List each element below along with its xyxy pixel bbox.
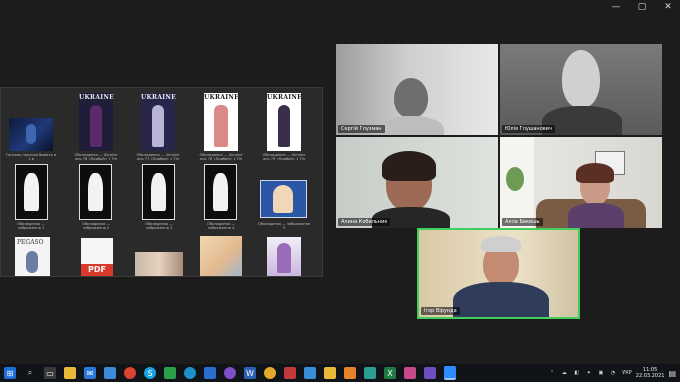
app-icon[interactable] xyxy=(364,367,376,379)
mail-icon[interactable]: ✉ xyxy=(84,367,96,379)
notification-icon[interactable]: ▤ xyxy=(668,369,676,378)
video-tile[interactable]: Юлія Глушанович xyxy=(500,44,662,135)
zoom-icon[interactable] xyxy=(444,366,456,380)
store-icon[interactable] xyxy=(204,367,216,379)
pdf-icon: PDF xyxy=(81,264,113,276)
clock-date: 22.03.2021 xyxy=(635,373,665,379)
thumbnail[interactable] xyxy=(135,252,183,276)
thumbnail-caption: Обкладинка — Ukraine аль 76 «Прибой» 1 Т… xyxy=(74,153,118,162)
video-tile[interactable]: Алла Бекешь xyxy=(500,137,662,228)
task-view-icon[interactable]: ▭ xyxy=(44,367,56,379)
magazine-title: UKRAINE xyxy=(267,94,303,101)
participant-name: Ігор Вірунда xyxy=(421,307,460,315)
system-tray: ⌃ ☁ ◧ ✦ ▣ ◔ УКР 11:05 22.03.2021 ▤ xyxy=(550,364,676,382)
restore-icon[interactable]: ▢ xyxy=(636,2,648,12)
thumbnail[interactable] xyxy=(79,164,112,220)
vlc-icon[interactable] xyxy=(344,367,356,379)
chrome-icon[interactable] xyxy=(264,367,276,379)
participant-name: Юлія Глушанович xyxy=(502,125,555,133)
video-tile-active-speaker[interactable]: Ігор Вірунда xyxy=(417,228,580,319)
app-icon[interactable] xyxy=(284,367,296,379)
magazine-title: UKRAINE xyxy=(79,94,115,101)
windows-start-icon[interactable]: ⊞ xyxy=(4,367,16,379)
thumbnail[interactable]: PEGASO xyxy=(15,237,50,276)
participant-name: Сергій Глузман xyxy=(338,125,385,133)
thumbnail-caption: Обкладинка — зображення 5 xyxy=(257,222,311,231)
minimize-icon[interactable]: — xyxy=(610,2,622,12)
thumbnail[interactable]: UKRAINE xyxy=(204,93,240,151)
thumbnail[interactable] xyxy=(204,164,237,220)
chrome-icon[interactable] xyxy=(124,367,136,379)
thumbnail-caption: Обкладинка — Ukraine аль 78 «Прибой» 1 Т… xyxy=(199,153,243,162)
participant-name: Алла Бекешь xyxy=(502,218,543,226)
excel-icon[interactable]: X xyxy=(384,367,396,379)
thumbnail[interactable] xyxy=(142,164,175,220)
tray-icons[interactable]: ⌃ ☁ ◧ ✦ ▣ ◔ xyxy=(550,370,618,376)
app-icon[interactable] xyxy=(404,367,416,379)
viber-icon[interactable] xyxy=(224,367,236,379)
thumbnail-caption: Обкладинка — зображення 3 xyxy=(145,222,173,231)
folder-icon[interactable] xyxy=(324,367,336,379)
word-icon[interactable]: W xyxy=(244,367,256,379)
edge-icon[interactable] xyxy=(184,367,196,379)
thumbnail[interactable] xyxy=(200,236,242,276)
shared-screen: Ганзань поклока бывать а 1 в UKRAINE Обк… xyxy=(0,87,323,277)
file-explorer-icon[interactable] xyxy=(64,367,76,379)
thumbnail[interactable] xyxy=(267,237,301,276)
close-icon[interactable]: ✕ xyxy=(662,2,674,12)
thumbnail[interactable] xyxy=(9,118,53,151)
thumbnail-caption: Обкладинка — зображення 4 xyxy=(207,222,235,231)
thumbnail[interactable]: UKRAINE xyxy=(141,93,177,151)
thumbnail-caption: Обкладинка — зображення 1 xyxy=(17,222,45,231)
skype-icon[interactable]: S xyxy=(144,367,156,379)
thumbnail[interactable]: UKRAINE xyxy=(267,93,303,151)
thumbnail-caption: Обкладинка — зображення 2 xyxy=(82,222,110,231)
thumbnail[interactable]: PDF xyxy=(81,238,113,276)
clock[interactable]: 11:05 22.03.2021 xyxy=(636,367,665,379)
thumbnail-caption: Обкладинка — Ukraine аль 79 «Прибой» 1 Т… xyxy=(262,153,306,162)
photos-icon[interactable] xyxy=(104,367,116,379)
app-icon[interactable] xyxy=(424,367,436,379)
participant-name: Алина Кобильник xyxy=(338,218,391,226)
language-indicator[interactable]: УКР xyxy=(622,370,632,376)
magazine-title: UKRAINE xyxy=(204,94,240,101)
thumbnail[interactable]: UKRAINE xyxy=(79,93,115,151)
thumbnail-caption: Обкладинка — Ukraine аль 77 «Прибой» 1 Т… xyxy=(136,153,180,162)
window-controls: — ▢ ✕ xyxy=(610,2,674,12)
thumbnail[interactable] xyxy=(15,164,48,220)
video-tile[interactable]: Алина Кобильник xyxy=(336,137,498,228)
taskbar: ⊞ ⌕ ▭ ✉ S W X ⌃ ☁ ◧ ✦ ▣ ◔ УКР 11:05 22.0… xyxy=(0,364,680,382)
search-icon[interactable]: ⌕ xyxy=(24,367,36,379)
magazine-title: UKRAINE xyxy=(141,94,177,101)
thumbnail[interactable] xyxy=(260,180,307,218)
photos-icon[interactable] xyxy=(304,367,316,379)
thumbnail-caption: Ганзань поклока бывать а 1 в xyxy=(5,153,57,162)
pegaso-title: PEGASO xyxy=(17,239,44,246)
app-icon[interactable] xyxy=(164,367,176,379)
video-tile[interactable]: Сергій Глузман xyxy=(336,44,498,135)
